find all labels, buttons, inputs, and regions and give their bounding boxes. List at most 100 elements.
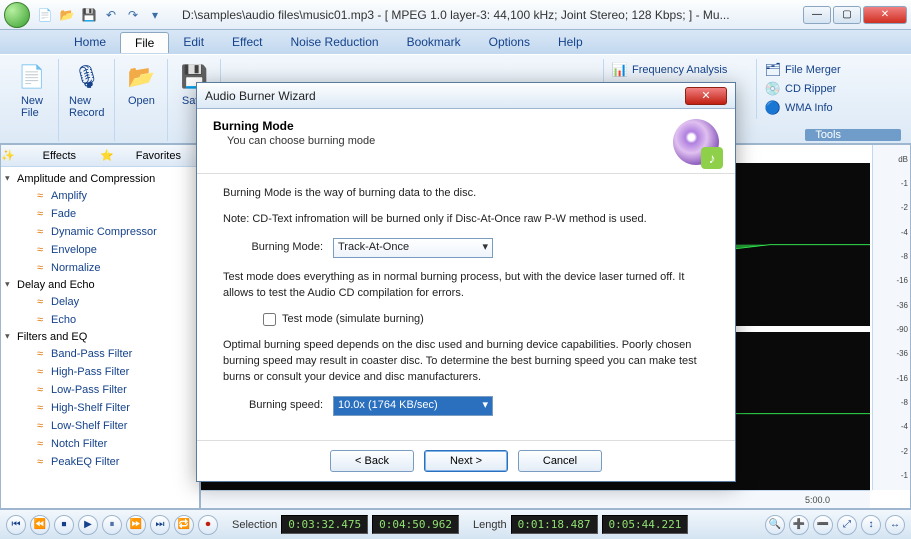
record-button[interactable]: ⏺ — [198, 515, 218, 535]
effect-icon: ≈ — [33, 383, 47, 397]
effect-icon: ≈ — [33, 347, 47, 361]
dialog-header: Burning Mode You can choose burning mode — [197, 109, 735, 174]
menu-edit[interactable]: Edit — [169, 32, 218, 52]
menu-help[interactable]: Help — [544, 32, 597, 52]
effect-icon: ≈ — [33, 313, 47, 327]
tree-item[interactable]: ≈Fade — [3, 205, 197, 223]
effect-icon: ≈ — [33, 243, 47, 257]
audio-burner-wizard-dialog: Audio Burner Wizard ✕ Burning Mode You c… — [196, 82, 736, 482]
dialog-heading: Burning Mode — [213, 119, 294, 133]
tree-item[interactable]: ≈PeakEQ Filter — [3, 453, 197, 471]
tree-item[interactable]: ≈High-Shelf Filter — [3, 399, 197, 417]
effect-icon: ≈ — [33, 419, 47, 433]
zoom-in-button[interactable]: ➕ — [789, 515, 809, 535]
maximize-button[interactable]: ▢ — [833, 6, 861, 24]
ribbon-frequency-analysis-button[interactable]: 📊Frequency Analysis — [608, 61, 748, 79]
tree-item[interactable]: ≈Dynamic Compressor — [3, 223, 197, 241]
total-length: 0:05:44.221 — [602, 515, 689, 534]
minimize-button[interactable]: — — [803, 6, 831, 24]
effect-icon: ≈ — [33, 207, 47, 221]
stop-button[interactable]: ⏹ — [54, 515, 74, 535]
qat-redo-icon[interactable]: ↷ — [124, 6, 142, 24]
tree-item[interactable]: ≈Normalize — [3, 259, 197, 277]
effect-icon: ≈ — [33, 437, 47, 451]
qat-save-icon[interactable]: 💾 — [80, 6, 98, 24]
app-orb[interactable] — [4, 2, 30, 28]
ribbon-new-button[interactable]: 🎙NewRecord — [65, 59, 108, 121]
body-text-4: Optimal burning speed depends on the dis… — [223, 338, 709, 386]
menubar: HomeFileEditEffectNoise ReductionBookmar… — [0, 30, 911, 54]
play-button[interactable]: ▶ — [78, 515, 98, 535]
effect-icon: ≈ — [33, 295, 47, 309]
goto-start-button[interactable]: ⏮ — [6, 515, 26, 535]
qat-dropdown-icon[interactable]: ▾ — [146, 6, 164, 24]
loop-button[interactable]: 🔁 — [174, 515, 194, 535]
menu-bookmark[interactable]: Bookmark — [393, 32, 475, 52]
tree-group[interactable]: Amplitude and Compression — [3, 171, 197, 187]
tree-item[interactable]: ≈Amplify — [3, 187, 197, 205]
zoom-v-out-button[interactable]: ↔ — [885, 515, 905, 535]
zoom-out-button[interactable]: ➖ — [813, 515, 833, 535]
tab-effects[interactable]: ✨ Effects — [1, 145, 100, 166]
time-ruler: 5:00.0 — [201, 490, 870, 508]
menu-home[interactable]: Home — [60, 32, 120, 52]
ribbon-new-button[interactable]: 📄NewFile — [12, 59, 52, 121]
effect-icon: ≈ — [33, 455, 47, 469]
tree-item[interactable]: ≈Low-Pass Filter — [3, 381, 197, 399]
pause-button[interactable]: ⏸ — [102, 515, 122, 535]
back-button[interactable]: < Back — [330, 450, 414, 472]
qat-undo-icon[interactable]: ↶ — [102, 6, 120, 24]
ribbon-cd-ripper-button[interactable]: 💿CD Ripper — [761, 80, 901, 98]
body-text-3: Test mode does everything as in normal b… — [223, 270, 709, 302]
dialog-footer: < Back Next > Cancel — [197, 440, 735, 481]
burning-speed-label: Burning speed: — [223, 398, 323, 414]
effect-icon: ≈ — [33, 365, 47, 379]
qat-open-icon[interactable]: 📂 — [58, 6, 76, 24]
cancel-button[interactable]: Cancel — [518, 450, 602, 472]
window-buttons: — ▢ ✕ — [803, 6, 907, 24]
burning-mode-combo[interactable]: Track-At-Once — [333, 238, 493, 258]
close-button[interactable]: ✕ — [863, 6, 907, 24]
length-value: 0:01:18.487 — [511, 515, 598, 534]
zoom-v-in-button[interactable]: ↕ — [861, 515, 881, 535]
tab-favorites[interactable]: ⭐ Favorites — [100, 145, 199, 166]
dialog-title: Audio Burner Wizard — [205, 89, 685, 103]
menu-noise-reduction[interactable]: Noise Reduction — [277, 32, 393, 52]
ribbon-open-button[interactable]: 📂Open — [121, 59, 161, 109]
tree-item[interactable]: ≈Delay — [3, 293, 197, 311]
tree-item[interactable]: ≈High-Pass Filter — [3, 363, 197, 381]
effect-icon: ≈ — [33, 261, 47, 275]
transport-bar: ⏮ ⏪ ⏹ ▶ ⏸ ⏩ ⏭ 🔁 ⏺ Selection 0:03:32.475 … — [0, 509, 911, 539]
next-button[interactable]: Next > — [424, 450, 508, 472]
menu-effect[interactable]: Effect — [218, 32, 276, 52]
quick-access-toolbar: 📄 📂 💾 ↶ ↷ ▾ — [36, 6, 164, 24]
tree-group[interactable]: Filters and EQ — [3, 329, 197, 345]
forward-button[interactable]: ⏩ — [126, 515, 146, 535]
tree-item[interactable]: ≈Envelope — [3, 241, 197, 259]
dialog-close-button[interactable]: ✕ — [685, 87, 727, 105]
tree-item[interactable]: ≈Low-Shelf Filter — [3, 417, 197, 435]
goto-end-button[interactable]: ⏭ — [150, 515, 170, 535]
menu-file[interactable]: File — [120, 32, 169, 53]
effects-tree[interactable]: Amplitude and Compression≈Amplify≈Fade≈D… — [1, 167, 199, 508]
tree-item[interactable]: ≈Notch Filter — [3, 435, 197, 453]
body-text-1: Burning Mode is the way of burning data … — [223, 186, 709, 202]
burning-speed-combo[interactable]: 10.0x (1764 KB/sec) — [333, 396, 493, 416]
tree-group[interactable]: Delay and Echo — [3, 277, 197, 293]
dialog-body: Burning Mode is the way of burning data … — [197, 174, 735, 440]
qat-new-icon[interactable]: 📄 — [36, 6, 54, 24]
test-mode-checkbox[interactable] — [263, 313, 276, 326]
titlebar: 📄 📂 💾 ↶ ↷ ▾ D:\samples\audio files\music… — [0, 0, 911, 30]
ribbon-file-merger-button[interactable]: 🗂File Merger — [761, 61, 901, 79]
zoom-fit-button[interactable]: ⤢ — [837, 515, 857, 535]
dialog-titlebar[interactable]: Audio Burner Wizard ✕ — [197, 83, 735, 109]
zoom-sel-button[interactable]: 🔍 — [765, 515, 785, 535]
window-title: D:\samples\audio files\music01.mp3 - [ M… — [182, 8, 803, 22]
side-tabs: ✨ Effects ⭐ Favorites — [1, 145, 199, 167]
rewind-button[interactable]: ⏪ — [30, 515, 50, 535]
tree-item[interactable]: ≈Echo — [3, 311, 197, 329]
ribbon-wma-info-button[interactable]: 🔵WMA Info — [761, 99, 901, 117]
menu-options[interactable]: Options — [475, 32, 544, 52]
tree-item[interactable]: ≈Band-Pass Filter — [3, 345, 197, 363]
effect-icon: ≈ — [33, 225, 47, 239]
